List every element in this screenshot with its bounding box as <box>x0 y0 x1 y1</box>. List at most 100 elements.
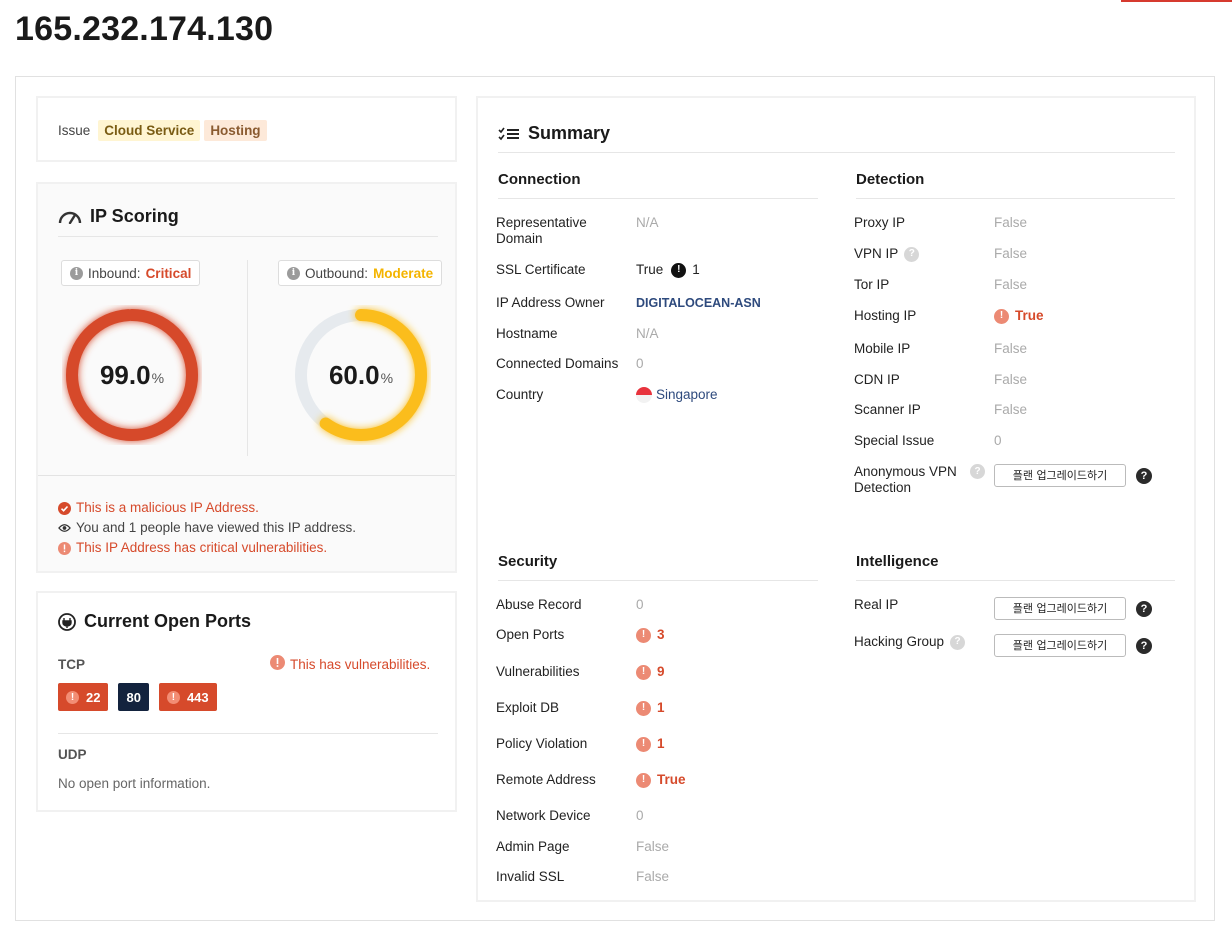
row-label: Anonymous VPN Detection ? <box>854 464 994 496</box>
row-value: N/A <box>636 215 659 230</box>
port-badge-80[interactable]: 80 <box>118 683 149 711</box>
warning-icon: ! <box>636 627 651 643</box>
summary-card: Summary Connection Representative Domain… <box>476 96 1196 902</box>
warning-icon: ! <box>994 308 1009 324</box>
row-label: Tor IP <box>854 277 890 292</box>
exploit-db-value: 1 <box>657 700 665 715</box>
help-icon[interactable]: ? <box>1136 600 1152 617</box>
row-label: Hosting IP <box>854 308 917 323</box>
row-real-ip: Real IP 플랜 업그레이드하기 ? <box>854 597 1152 620</box>
country-name: Singapore <box>656 387 718 402</box>
warning-icon: ! <box>636 772 651 788</box>
upgrade-plan-button[interactable]: 플랜 업그레이드하기 <box>994 597 1126 620</box>
plug-icon <box>58 612 76 631</box>
row-label: IP Address Owner <box>496 295 605 310</box>
row-value[interactable]: ! 3 <box>636 627 665 643</box>
inbound-score: 99.0 % <box>62 305 202 445</box>
udp-empty-message: No open port information. <box>58 776 211 791</box>
upgrade-plan-button[interactable]: 플랜 업그레이드하기 <box>994 464 1126 487</box>
row-admin-page: Admin Page False <box>496 839 669 855</box>
open-ports-heading: Current Open Ports <box>58 611 251 632</box>
report-container: Issue Cloud Service Hosting IP Scoring i… <box>15 76 1215 921</box>
row-label: Exploit DB <box>496 700 560 715</box>
row-abuse-record: Abuse Record 0 <box>496 597 644 613</box>
help-icon[interactable]: ? <box>1136 637 1152 654</box>
upgrade-plan-button[interactable]: 플랜 업그레이드하기 <box>994 634 1126 657</box>
row-value: False <box>994 341 1028 356</box>
row-vpn-ip: VPN IP ? False <box>854 246 1027 262</box>
row-value[interactable]: ! 1 <box>636 736 665 752</box>
row-policy-violation: Policy Violation ! 1 <box>496 736 665 752</box>
exclamation-icon: ! <box>671 262 687 278</box>
row-mobile-ip: Mobile IP False <box>854 341 1027 357</box>
issue-card: Issue Cloud Service Hosting <box>36 96 457 162</box>
help-icon[interactable]: ? <box>950 634 966 650</box>
outbound-badge[interactable]: i Outbound: Moderate <box>278 260 443 286</box>
summary-heading: Summary <box>498 123 610 144</box>
row-value[interactable]: ! True <box>636 772 686 788</box>
row-value[interactable]: ! 9 <box>636 664 665 680</box>
malicious-note-text: This is a malicious IP Address. <box>76 500 259 515</box>
anonymous-vpn-label: Anonymous VPN Detection <box>854 464 957 495</box>
row-label: Hacking Group ? <box>854 634 994 650</box>
warning-icon <box>58 541 71 555</box>
row-value: 플랜 업그레이드하기 ? <box>994 464 1152 487</box>
help-icon[interactable]: ? <box>904 246 920 262</box>
inbound-badge[interactable]: i Inbound: Critical <box>61 260 201 286</box>
row-label: VPN IP ? <box>854 246 994 262</box>
port-number: 22 <box>86 689 101 705</box>
row-connected-domains: Connected Domains 0 <box>496 356 644 372</box>
row-label: Country <box>496 387 544 402</box>
views-note-text: You and 1 people have viewed this IP add… <box>76 520 356 535</box>
ssl-count: 1 <box>692 262 700 277</box>
issue-row: Issue Cloud Service Hosting <box>58 120 271 141</box>
port-badge-22[interactable]: ! 22 <box>58 683 109 711</box>
row-cdn-ip: CDN IP False <box>854 372 1027 388</box>
row-label: Real IP <box>854 597 899 612</box>
outbound-label: Outbound: <box>305 265 369 281</box>
row-label: Hostname <box>496 326 558 341</box>
row-value: False <box>994 277 1028 292</box>
tcp-label: TCP <box>58 657 85 672</box>
connection-section: Connection <box>498 171 818 199</box>
owner-link[interactable]: DIGITALOCEAN-ASN <box>636 295 761 311</box>
row-network-device: Network Device 0 <box>496 808 644 824</box>
divider <box>856 580 1175 581</box>
row-scanner-ip: Scanner IP False <box>854 402 1027 418</box>
ports-vulnerability-text: This has vulnerabilities. <box>290 656 431 672</box>
help-icon[interactable]: ? <box>970 464 985 479</box>
hacking-group-label: Hacking Group <box>854 634 945 649</box>
issue-label: Issue <box>58 123 91 138</box>
row-label: Abuse Record <box>496 597 582 612</box>
open-ports-card: Current Open Ports TCP This has vulnerab… <box>36 591 457 812</box>
issue-tag-cloud-service: Cloud Service <box>98 120 201 141</box>
row-remote-address: Remote Address ! True <box>496 772 686 788</box>
row-vulnerabilities: Vulnerabilities ! 9 <box>496 664 665 680</box>
eye-icon <box>58 522 71 535</box>
warning-icon <box>270 655 285 673</box>
open-ports-title: Current Open Ports <box>84 611 252 631</box>
help-icon[interactable]: ? <box>1136 467 1152 484</box>
row-value: N/A <box>636 326 659 341</box>
detection-title: Detection <box>856 171 925 188</box>
info-icon: i <box>287 266 300 280</box>
scoring-notes: This is a malicious IP Address. You and … <box>58 498 356 558</box>
port-badge-443[interactable]: ! 443 <box>158 683 217 711</box>
row-exploit-db: Exploit DB ! 1 <box>496 700 665 716</box>
row-value: ! True <box>994 308 1044 324</box>
row-value[interactable]: ! 1 <box>636 700 665 716</box>
row-value: False <box>994 215 1028 230</box>
hosting-ip-value: True <box>1015 308 1044 323</box>
row-label: Mobile IP <box>854 341 911 356</box>
divider <box>58 733 438 734</box>
vertical-divider <box>247 260 248 456</box>
check-circle-icon <box>58 501 71 515</box>
row-representative-domain: Representative Domain N/A <box>496 215 659 247</box>
row-label: Connected Domains <box>496 356 619 371</box>
intelligence-section: Intelligence <box>856 553 1175 581</box>
row-value: 플랜 업그레이드하기 ? <box>994 634 1152 657</box>
row-value: 0 <box>636 356 644 371</box>
vulnerability-note: This IP Address has critical vulnerabili… <box>58 538 356 558</box>
row-value[interactable]: Singapore <box>636 387 718 403</box>
port-number: 80 <box>126 689 141 705</box>
